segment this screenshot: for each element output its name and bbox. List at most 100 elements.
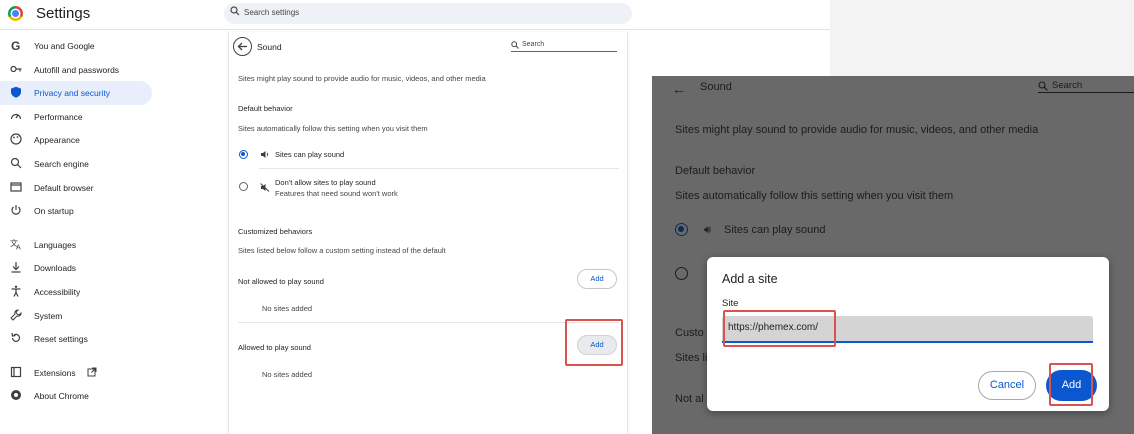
chrome-logo-icon [8,6,23,21]
sidebar-item-appearance[interactable]: Appearance [0,128,152,152]
sidebar-item-downloads[interactable]: Downloads [0,256,152,280]
sidebar-item-label: Autofill and passwords [34,64,120,75]
option-block-label: Don't allow sites to play sound [275,178,376,187]
zoomed-dialog-screenshot: ← Sound Search Sites might play sound to… [652,76,1134,434]
sound-description: Sites might play sound to provide audio … [238,74,486,83]
key-icon [10,65,22,72]
accessibility-icon [11,285,21,297]
zoom-radio-allow[interactable] [675,223,688,236]
speaker-icon [261,151,269,158]
highlight-box-add-button [565,319,623,366]
zoom-description: Sites might play sound to provide audio … [675,124,1039,136]
sidebar-item-label: You and Google [34,41,95,51]
site-field-label: Site [722,298,739,309]
back-button[interactable] [233,37,252,56]
divider [259,168,619,169]
customized-behaviors-subtext: Sites listed below follow a custom setti… [238,246,446,255]
cancel-button[interactable]: Cancel [978,371,1036,400]
option-block-sublabel: Features that need sound won't work [275,189,398,198]
search-icon [10,157,22,169]
zoom-option-allow: Sites can play sound [724,224,826,236]
screenshot-root: Settings Search settings G You and Googl… [0,0,1134,434]
sound-search-input[interactable]: Search [511,40,617,52]
app-title: Settings [36,5,91,22]
sidebar-item-reset-settings[interactable]: Reset settings [0,327,152,351]
customized-behaviors-heading: Customized behaviors [238,227,313,236]
speaker-muted-icon [260,183,270,192]
sidebar-item-you-and-google[interactable]: G You and Google [0,34,152,58]
zoom-notallowed-partial: Not al [675,393,704,405]
sidebar-item-on-startup[interactable]: On startup [0,199,152,223]
speedometer-icon [10,113,22,119]
arrow-back-icon: ← [672,81,686,97]
sidebar-item-label: Accessibility [34,286,81,297]
allowed-label: Allowed to play sound [238,343,311,352]
page-title: Sound [257,42,282,52]
sidebar-item-label: Languages [34,239,77,250]
sidebar-item-label: Extensions [34,367,76,378]
zoom-search-input[interactable]: Search [1038,79,1134,93]
sidebar-item-languages[interactable]: 文A Languages [0,233,152,257]
sidebar-item-performance[interactable]: Performance [0,105,152,129]
zoom-speaker-icon: 🔊︎ [704,224,711,236]
dialog-title: Add a site [722,272,778,286]
settings-search-placeholder: Search settings [244,8,300,17]
default-behavior-subtext: Sites automatically follow this setting … [238,124,428,133]
download-icon [11,262,21,273]
add-site-dialog: Add a site Site https://phemex.com/ Canc… [707,257,1109,411]
settings-search-bar[interactable]: Search settings [224,3,632,24]
divider [238,322,619,323]
radio-dont-allow-sound[interactable] [239,182,248,191]
sidebar-item-privacy[interactable]: Privacy and security [0,81,152,105]
search-icon [1038,81,1048,91]
option-allow-label: Sites can play sound [275,150,345,159]
not-allowed-label: Not allowed to play sound [238,277,324,286]
sidebar-item-label: Search engine [34,158,89,169]
highlight-box-add [1049,363,1093,406]
sidebar-item-label: System [34,310,63,321]
wrench-icon [10,309,22,321]
zoom-default-heading: Default behavior [675,165,756,177]
translate-icon: 文A [10,238,21,250]
zoom-customized-partial: Custo [675,327,704,339]
chrome-icon [11,390,21,401]
sidebar-item-autofill[interactable]: Autofill and passwords [0,58,152,82]
sidebar-item-label: Default browser [34,182,94,193]
sidebar-item-label: Reset settings [34,334,88,345]
arrow-back-icon [237,42,247,51]
palette-icon [10,133,22,145]
sidebar-item-accessibility[interactable]: Accessibility [0,280,152,304]
highlight-box-url [723,310,836,347]
zoom-search-placeholder: Search [1052,80,1083,91]
sidebar-item-default-browser[interactable]: Default browser [0,176,152,200]
add-not-allowed-button[interactable]: Add [577,269,617,289]
sidebar-item-label: Appearance [34,135,80,146]
search-placeholder: Search [522,41,545,48]
puzzle-icon [10,366,22,377]
reset-icon [11,333,21,343]
browser-window-icon [10,181,22,192]
sidebar-item-label: About Chrome [34,391,89,402]
sidebar-item-search-engine[interactable]: Search engine [0,152,152,176]
sidebar-item-about-chrome[interactable]: About Chrome [0,384,152,408]
radio-sites-can-play-sound[interactable] [239,150,248,159]
not-allowed-empty: No sites added [262,304,313,313]
sidebar-item-extensions[interactable]: Extensions [0,361,152,385]
shield-icon [11,86,21,98]
sidebar-item-system[interactable]: System [0,304,152,328]
top-bar: Settings Search settings [0,0,830,30]
default-behavior-heading: Default behavior [238,104,293,113]
power-icon [11,205,21,215]
allowed-empty: No sites added [262,370,313,379]
search-icon [511,41,519,49]
zoom-page-title: Sound [700,81,732,93]
zoom-default-subtext: Sites automatically follow this setting … [675,190,954,202]
zoom-radio-block[interactable] [675,267,688,280]
sound-settings-panel: Sound Search Sites might play sound to p… [228,32,628,434]
sidebar-item-label: Downloads [34,263,77,274]
external-link-icon [87,367,97,377]
sidebar-item-label: Privacy and security [34,88,111,99]
google-g-icon: G [11,39,20,51]
svg-text:G: G [11,39,20,51]
sidebar-nav: G You and Google Autofill and passwords … [0,34,160,408]
